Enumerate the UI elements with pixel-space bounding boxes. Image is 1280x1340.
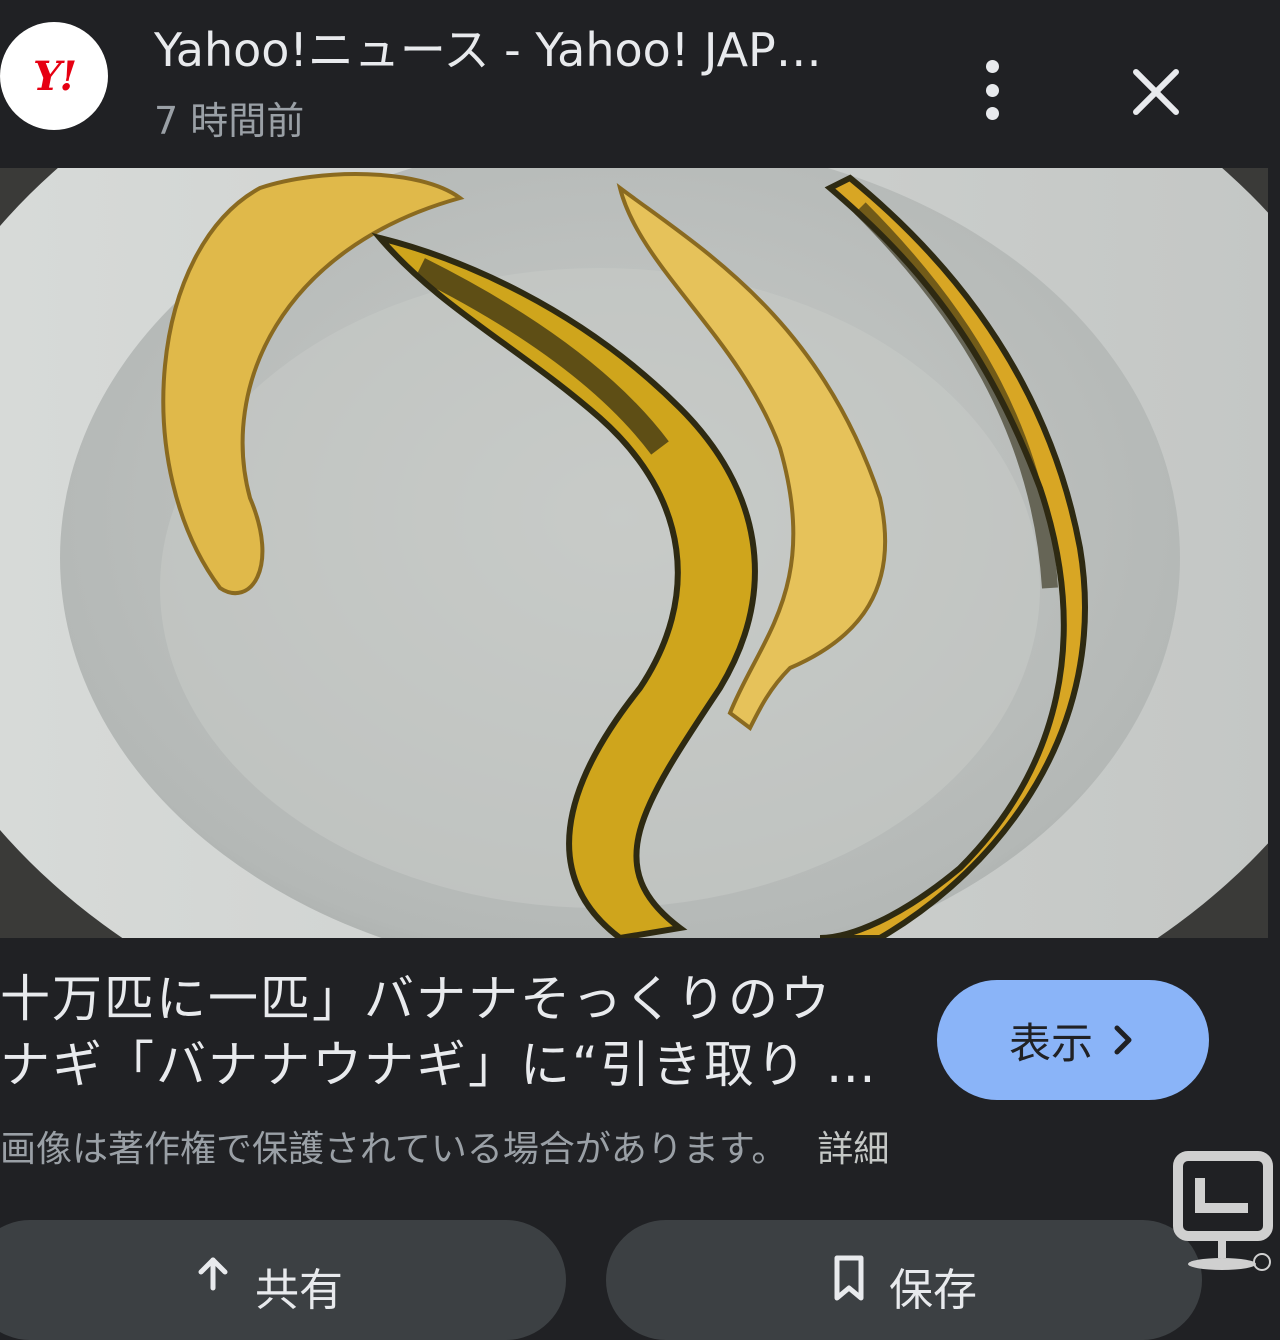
source-title[interactable]: Yahoo!ニュース - Yahoo! JAP…: [154, 14, 822, 80]
yahoo-logo-text: Y!: [32, 52, 77, 100]
watermark-logo-icon: [1173, 1151, 1273, 1271]
bookmark-icon: [834, 1255, 864, 1301]
chevron-right-icon: [1114, 1025, 1132, 1055]
source-logo[interactable]: Y!: [0, 22, 108, 130]
preview-image[interactable]: [0, 168, 1268, 938]
share-button-label: 共有: [255, 1265, 343, 1316]
share-icon: [198, 1257, 228, 1291]
more-vert-icon[interactable]: [962, 52, 1022, 128]
copyright-text: 画像は著作権で保護されている場合があります。: [0, 1129, 788, 1170]
save-button-label: 保存: [889, 1265, 977, 1316]
viewer-header: Y! Yahoo!ニュース - Yahoo! JAP… 7 時間前: [0, 0, 1280, 168]
caption-line-1: 十万匹に一匹」バナナそっくりのウ: [0, 970, 832, 1028]
close-icon[interactable]: [1120, 56, 1192, 128]
time-ago: 7 時間前: [154, 99, 305, 143]
view-button[interactable]: 表示: [937, 980, 1209, 1100]
share-button[interactable]: 共有: [0, 1220, 566, 1340]
image-caption[interactable]: 十万匹に一匹」バナナそっくりのウ ナギ「バナナウナギ」に“引き取り …: [0, 966, 900, 1098]
view-button-label: 表示: [1008, 1018, 1093, 1068]
copyright-notice: 画像は著作権で保護されている場合があります。 詳細: [0, 1120, 889, 1172]
caption-line-2: ナギ「バナナウナギ」に“引き取り …: [0, 1036, 878, 1094]
save-button[interactable]: 保存: [606, 1220, 1202, 1340]
details-link[interactable]: 詳細: [817, 1129, 889, 1170]
